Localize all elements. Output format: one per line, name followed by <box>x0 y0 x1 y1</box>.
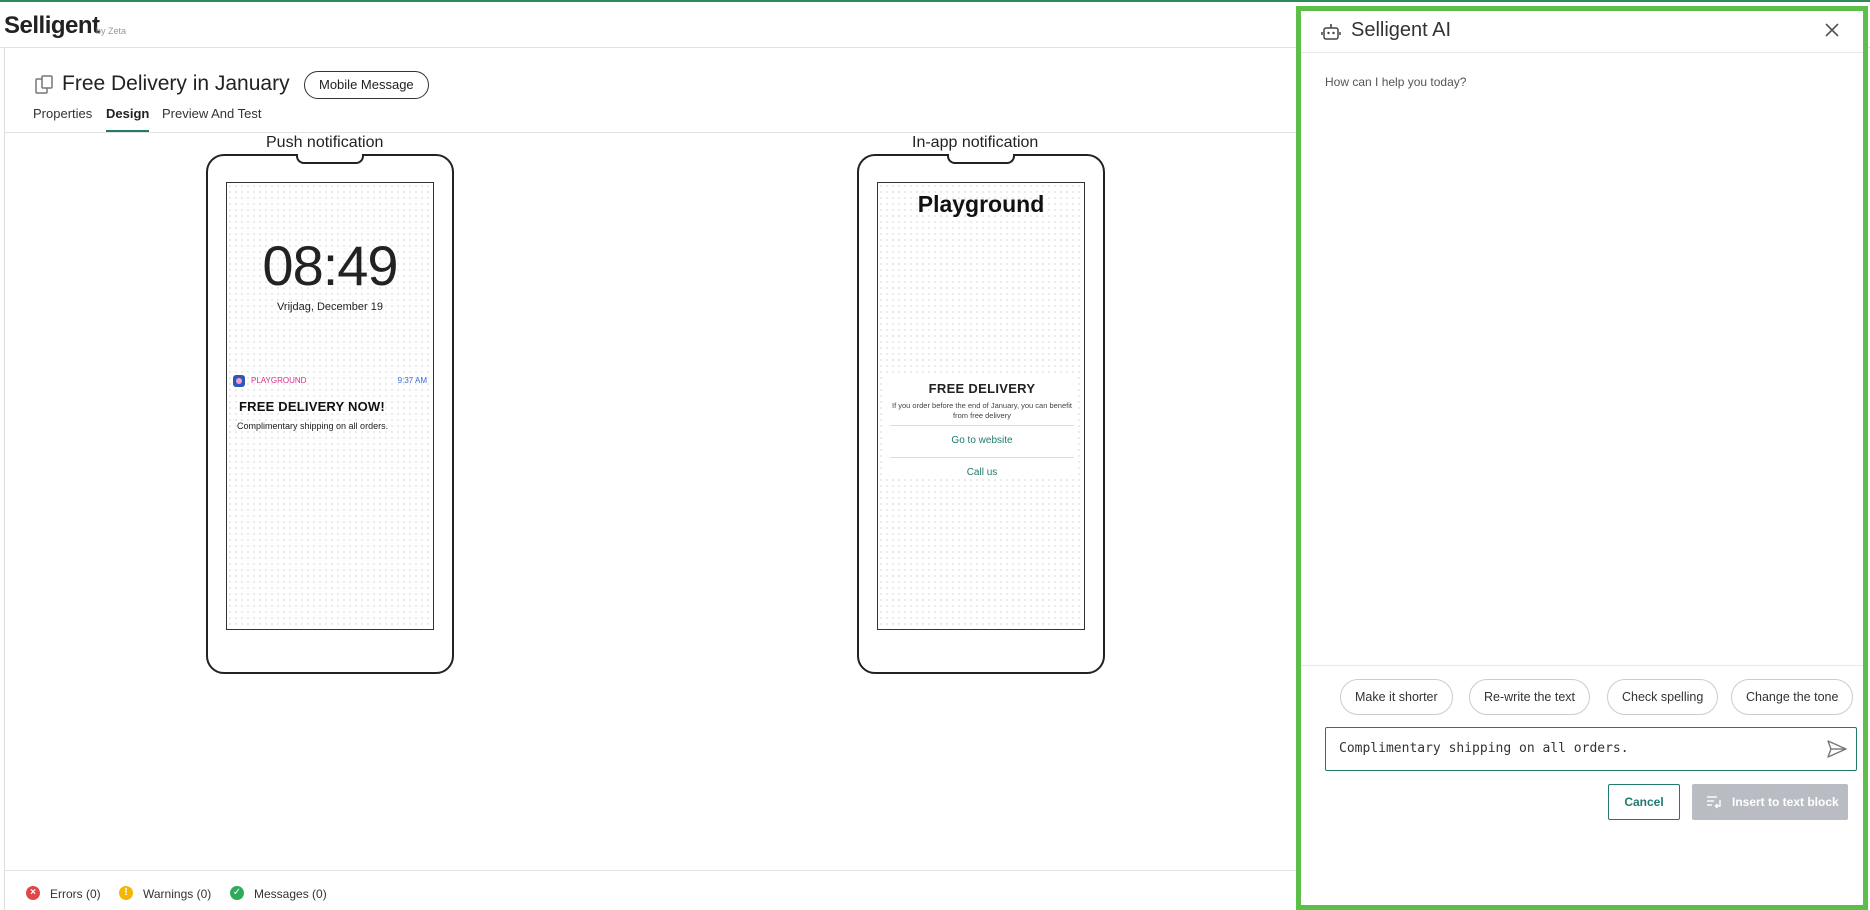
lockscreen-clock: 08:49 <box>262 234 398 297</box>
change-tone-chip[interactable]: Change the tone <box>1731 679 1854 715</box>
notification-body: Complimentary shipping on all orders. <box>237 421 389 431</box>
app-root: Selligent by Zeta Free Delivery in Janua… <box>0 0 1870 910</box>
frame-divider <box>4 48 5 910</box>
tab-design[interactable]: Design <box>106 106 150 132</box>
messages-label: Messages (0) <box>254 887 327 901</box>
tabs-divider <box>4 132 1296 133</box>
message-type-badge: Mobile Message <box>304 71 429 99</box>
notification-app-name: PLAYGROUND <box>251 376 307 385</box>
inapp-text: If you order before the end of January, … <box>892 401 1072 420</box>
cancel-button[interactable]: Cancel <box>1608 784 1680 820</box>
page-title: Free Delivery in January <box>62 72 290 95</box>
phone-notch <box>947 154 1015 164</box>
warning-icon: ! <box>119 886 133 900</box>
close-icon[interactable] <box>1821 19 1843 41</box>
send-icon[interactable] <box>1826 738 1848 760</box>
brand-subtitle: by Zeta <box>96 26 127 36</box>
make-it-shorter-chip[interactable]: Make it shorter <box>1340 679 1453 715</box>
warnings-label: Warnings (0) <box>143 887 212 901</box>
push-phone-screen: 08:49 Vrijdag, December 19 PLAYGROUND 9:… <box>226 182 434 630</box>
ai-panel-title: Selligent AI <box>1351 19 1452 41</box>
notification-time: 9:37 AM <box>397 376 427 385</box>
push-notification-card: PLAYGROUND 9:37 AM FREE DELIVERY NOW! Co… <box>231 369 429 437</box>
rewrite-text-chip[interactable]: Re-write the text <box>1469 679 1591 715</box>
insert-button-label: Insert to text block <box>1732 795 1839 809</box>
ai-greeting-message: How can I help you today? <box>1325 75 1467 89</box>
mobile-message-icon <box>35 75 53 94</box>
selligent-ai-panel: Selligent AI How can I help you today? M… <box>1296 6 1868 910</box>
inapp-phone-screen: Playground FREE DELIVERY If you order be… <box>877 182 1085 630</box>
validation-status-bar: × Errors (0) ! Warnings (0) ✓ Messages (… <box>4 870 1296 910</box>
ai-prompt-input[interactable]: Complimentary shipping on all orders. <box>1325 727 1857 771</box>
brand-logo: Selligent <box>4 12 100 39</box>
push-phone-mockup: 08:49 Vrijdag, December 19 PLAYGROUND 9:… <box>206 154 454 674</box>
inapp-message-card: FREE DELIVERY If you order before the en… <box>886 373 1078 479</box>
inapp-phone-mockup: Playground FREE DELIVERY If you order be… <box>857 154 1105 674</box>
errors-label: Errors (0) <box>50 887 101 901</box>
insert-text-icon <box>1707 796 1721 809</box>
inapp-headline: FREE DELIVERY <box>928 381 1036 396</box>
push-preview-label: Push notification <box>266 134 384 151</box>
phone-notch <box>296 154 364 164</box>
inapp-app-title: Playground <box>917 191 1045 217</box>
error-icon: × <box>26 886 40 900</box>
lockscreen-date: Vrijdag, December 19 <box>277 301 383 313</box>
inapp-preview-label: In-app notification <box>912 134 1039 151</box>
tab-properties[interactable]: Properties <box>33 106 92 132</box>
check-spelling-chip[interactable]: Check spelling <box>1607 679 1719 715</box>
inapp-go-to-website-button[interactable]: Go to website <box>890 427 1074 455</box>
inapp-button-divider <box>890 425 1074 426</box>
insert-to-text-block-button[interactable]: Insert to text block <box>1692 784 1848 820</box>
ai-panel-divider <box>1301 665 1863 666</box>
check-icon: ✓ <box>230 886 244 900</box>
tab-preview-and-test[interactable]: Preview And Test <box>162 106 261 132</box>
app-logo-icon <box>233 375 245 387</box>
ai-panel-header: Selligent AI <box>1301 11 1863 53</box>
inapp-call-us-button[interactable]: Call us <box>890 459 1074 487</box>
notification-title: FREE DELIVERY NOW! <box>239 399 385 414</box>
robot-icon <box>1321 24 1341 40</box>
inapp-button-divider <box>890 457 1074 458</box>
